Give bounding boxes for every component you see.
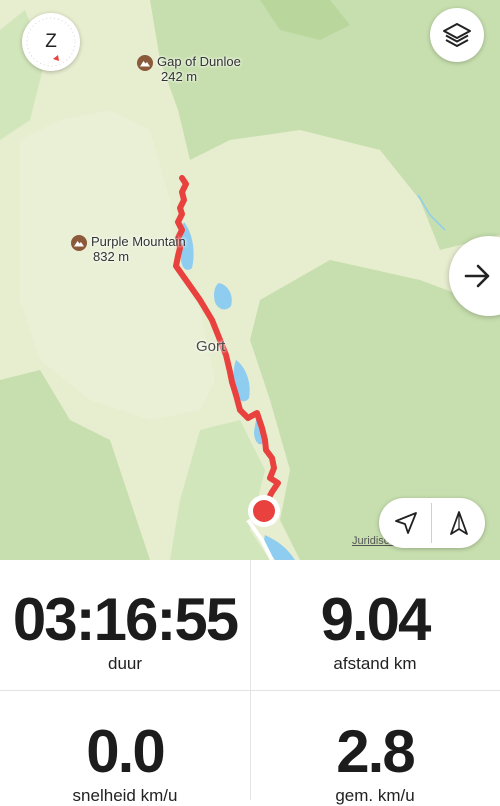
- average-speed-label: gem. km/u: [335, 786, 415, 805]
- speed-value: 0.0: [86, 718, 165, 785]
- poi-elevation: 242 m: [161, 69, 198, 84]
- compass-north-letter: Z: [45, 31, 57, 52]
- mountain-pass-icon: [137, 55, 153, 71]
- stat-duration[interactable]: 03:16:55 duur: [0, 590, 250, 674]
- speed-label: snelheid km/u: [72, 786, 178, 805]
- mountain-peak-icon: [71, 235, 87, 251]
- stat-average-speed[interactable]: 2.8 gem. km/u: [250, 722, 500, 806]
- poi-elevation: 832 m: [93, 249, 130, 264]
- average-speed-value: 2.8: [336, 718, 415, 785]
- north-heading-icon: [450, 511, 468, 535]
- layers-icon: [443, 23, 471, 47]
- arrow-right-icon: [464, 264, 490, 288]
- heading-mode-button[interactable]: [432, 498, 485, 548]
- current-location-dot: [253, 500, 275, 522]
- poi-purple-mountain[interactable]: Purple Mountain 832 m: [71, 234, 186, 264]
- recenter-button[interactable]: [379, 498, 432, 548]
- poi-name: Gap of Dunloe: [157, 54, 241, 69]
- forest-area-south: [170, 420, 270, 560]
- poi-gap-of-dunloe[interactable]: Gap of Dunloe 242 m: [137, 54, 241, 84]
- duration-label: duur: [107, 654, 143, 673]
- distance-value: 9.04: [320, 586, 432, 653]
- distance-label: afstand km: [333, 654, 417, 673]
- compass-button[interactable]: Z: [22, 13, 80, 71]
- map-view[interactable]: Z Gap of Dunloe 242 m Purple Mountain 83…: [0, 0, 500, 560]
- duration-value: 03:16:55: [12, 586, 239, 653]
- stats-panel: 03:16:55 duur 9.04 afstand km 0.0 snelhe…: [0, 560, 500, 805]
- stat-speed[interactable]: 0.0 snelheid km/u: [0, 722, 250, 806]
- map-layers-button[interactable]: [430, 8, 484, 62]
- lake-2: [214, 283, 232, 310]
- map-terrain: [0, 0, 500, 560]
- location-controls: [379, 498, 485, 548]
- stat-distance[interactable]: 9.04 afstand km: [250, 590, 500, 674]
- place-label-gort: Gort: [196, 338, 226, 355]
- location-arrow-icon: [395, 512, 417, 534]
- poi-name: Purple Mountain: [91, 234, 186, 249]
